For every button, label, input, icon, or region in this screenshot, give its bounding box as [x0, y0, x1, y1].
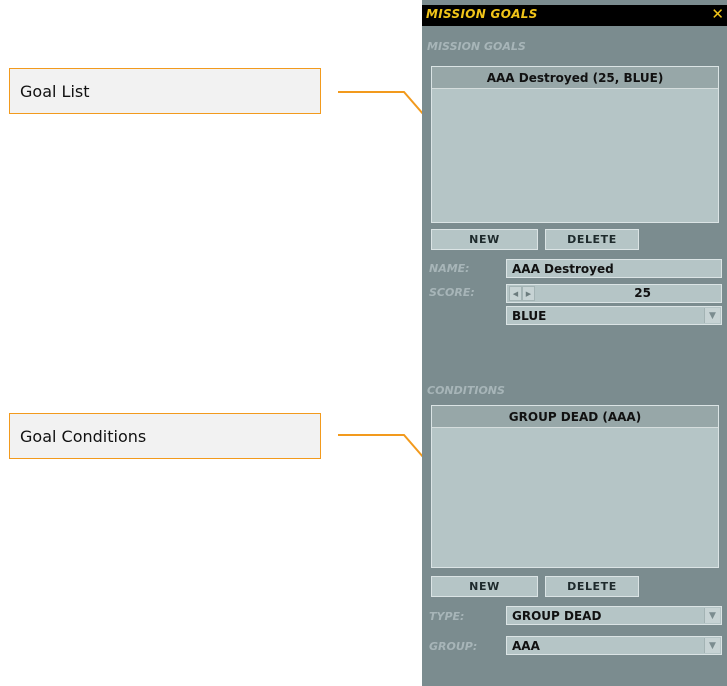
conditions-list[interactable]: GROUP DEAD (AAA) — [431, 405, 719, 568]
goal-list-item[interactable]: AAA Destroyed (25, BLUE) — [432, 67, 718, 89]
goal-name-value: AAA Destroyed — [512, 261, 614, 276]
new-goal-button[interactable]: NEW — [431, 229, 538, 250]
chevron-down-icon[interactable]: ▼ — [704, 308, 720, 323]
window-title: MISSION GOALS — [426, 7, 538, 21]
callout-label: Goal List — [20, 81, 90, 101]
new-condition-button[interactable]: NEW — [431, 576, 538, 597]
chevron-down-icon[interactable]: ▼ — [704, 638, 720, 653]
close-icon[interactable]: ✕ — [711, 5, 724, 23]
type-label: TYPE: — [429, 610, 465, 623]
goals-section-label: MISSION GOALS — [427, 40, 526, 53]
goal-name-field[interactable]: AAA Destroyed — [506, 259, 722, 278]
score-value: 25 — [634, 286, 651, 300]
title-bar: MISSION GOALS ✕ — [422, 5, 727, 26]
coalition-value: BLUE — [512, 308, 547, 323]
condition-type-select[interactable]: GROUP DEAD ▼ — [506, 606, 722, 625]
name-label: NAME: — [429, 262, 470, 275]
callout-goal-conditions: Goal Conditions — [9, 413, 321, 459]
spinner-arrows-icon[interactable]: ◀ ▶ — [509, 286, 535, 301]
condition-group-select[interactable]: AAA ▼ — [506, 636, 722, 655]
coalition-select[interactable]: BLUE ▼ — [506, 306, 722, 325]
delete-condition-button[interactable]: DELETE — [545, 576, 639, 597]
condition-list-item[interactable]: GROUP DEAD (AAA) — [432, 406, 718, 428]
condition-group-value: AAA — [512, 638, 540, 653]
callout-label: Goal Conditions — [20, 426, 147, 446]
callout-goal-list: Goal List — [9, 68, 321, 114]
score-label: SCORE: — [429, 286, 475, 299]
score-stepper[interactable]: ◀ ▶ 25 — [506, 284, 722, 303]
group-label: GROUP: — [429, 640, 478, 653]
goal-list[interactable]: AAA Destroyed (25, BLUE) — [431, 66, 719, 223]
condition-type-value: GROUP DEAD — [512, 608, 602, 623]
chevron-down-icon[interactable]: ▼ — [704, 608, 720, 623]
mission-goals-panel: MISSION GOALS ✕ MISSION GOALS AAA Destro… — [422, 0, 727, 686]
conditions-section-label: CONDITIONS — [427, 384, 505, 397]
delete-goal-button[interactable]: DELETE — [545, 229, 639, 250]
